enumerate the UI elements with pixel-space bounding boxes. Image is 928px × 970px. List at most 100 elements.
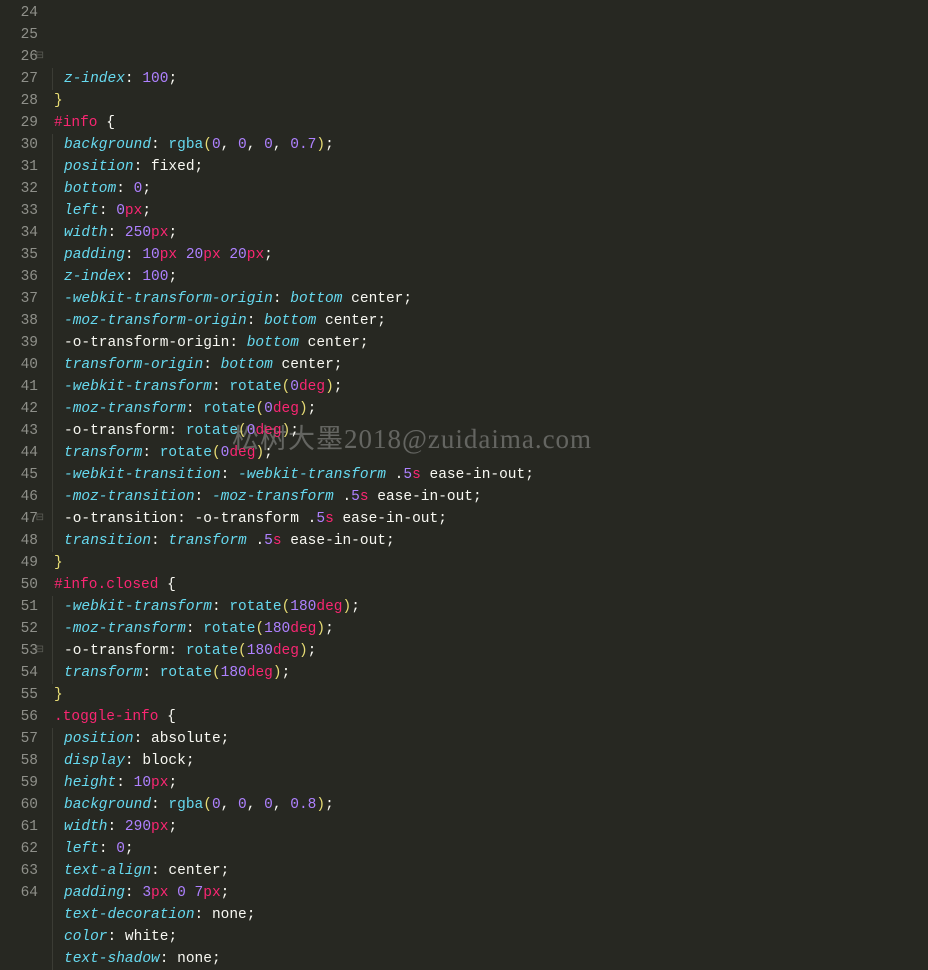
- token-ident: .: [247, 533, 264, 549]
- token-punct: ;: [282, 665, 291, 681]
- code-line[interactable]: width: 250px;: [44, 222, 928, 244]
- code-line[interactable]: text-align: center;: [44, 860, 928, 882]
- token-punct: :: [108, 929, 125, 945]
- code-line[interactable]: -o-transform-origin: bottom center;: [44, 332, 928, 354]
- token-prop-i: background: [64, 797, 151, 813]
- code-line[interactable]: transform-origin: bottom center;: [44, 354, 928, 376]
- line-number: 44: [0, 442, 44, 464]
- code-line[interactable]: }: [44, 684, 928, 706]
- code-line[interactable]: z-index: 100;: [44, 68, 928, 90]
- fold-indicator-icon[interactable]: ⊟: [34, 508, 44, 518]
- code-editor[interactable]: 242526⊟272829303132333435363738394041424…: [0, 0, 928, 899]
- code-line[interactable]: #info {: [44, 112, 928, 134]
- code-line[interactable]: -o-transform: rotate(180deg);: [44, 640, 928, 662]
- indent-guide: [52, 948, 53, 970]
- code-line[interactable]: text-decoration: none;: [44, 904, 928, 926]
- code-line[interactable]: -webkit-transform: rotate(0deg);: [44, 376, 928, 398]
- token-punct: :: [142, 665, 159, 681]
- indent-guide: [52, 772, 53, 794]
- token-punct: ;: [473, 489, 482, 505]
- code-line[interactable]: padding: 10px 20px 20px;: [44, 244, 928, 266]
- code-line[interactable]: padding: 3px 0 7px;: [44, 882, 928, 904]
- code-line[interactable]: background: rgba(0, 0, 0, 0.7);: [44, 134, 928, 156]
- code-line[interactable]: text-shadow: none;: [44, 948, 928, 970]
- line-number: 40: [0, 354, 44, 376]
- code-line[interactable]: display: block;: [44, 750, 928, 772]
- token-curly: {: [106, 115, 115, 131]
- code-line[interactable]: }: [44, 552, 928, 574]
- token-prop-i: transform-origin: [64, 357, 203, 373]
- token-num: 0.7: [290, 137, 316, 153]
- token-punct: :: [168, 423, 185, 439]
- token-punct: :: [247, 313, 264, 329]
- code-line[interactable]: z-index: 100;: [44, 266, 928, 288]
- code-line[interactable]: height: 10px;: [44, 772, 928, 794]
- token-bracket: (: [203, 137, 212, 153]
- token-ident: block: [142, 753, 186, 769]
- code-line[interactable]: bottom: 0;: [44, 178, 928, 200]
- code-line[interactable]: -webkit-transition: -webkit-transform .5…: [44, 464, 928, 486]
- token-punct: :: [160, 951, 177, 967]
- token-unit: deg: [273, 401, 299, 417]
- token-ident: center: [168, 863, 220, 879]
- code-line[interactable]: color: white;: [44, 926, 928, 948]
- token-punct: :: [273, 291, 290, 307]
- token-num: 0.8: [290, 797, 316, 813]
- token-bracket: (: [282, 599, 291, 615]
- code-line[interactable]: position: absolute;: [44, 728, 928, 750]
- token-punct: ,: [273, 137, 290, 153]
- code-line[interactable]: -o-transition: -o-transform .5s ease-in-…: [44, 508, 928, 530]
- indent-guide: [52, 728, 53, 750]
- code-line[interactable]: -moz-transform: rotate(180deg);: [44, 618, 928, 640]
- token-prop-i: left: [64, 203, 99, 219]
- token-prop-i: -moz-transition: [64, 489, 195, 505]
- fold-indicator-icon[interactable]: ⊟: [34, 640, 44, 650]
- token-punct: ;: [525, 467, 534, 483]
- indent-guide: [52, 156, 53, 178]
- line-number: 59: [0, 772, 44, 794]
- indent-guide: [52, 200, 53, 222]
- token-kw: bottom: [247, 335, 299, 351]
- code-line[interactable]: -webkit-transform: rotate(180deg);: [44, 596, 928, 618]
- code-line[interactable]: }: [44, 90, 928, 112]
- fold-indicator-icon[interactable]: ⊟: [34, 46, 44, 56]
- code-line[interactable]: -moz-transform-origin: bottom center;: [44, 310, 928, 332]
- token-bracket: }: [54, 93, 63, 109]
- token-punct: ;: [247, 907, 256, 923]
- code-line[interactable]: background: rgba(0, 0, 0, 0.8);: [44, 794, 928, 816]
- token-punct: ;: [264, 445, 273, 461]
- code-line[interactable]: transition: transform .5s ease-in-out;: [44, 530, 928, 552]
- token-punct: ;: [125, 841, 134, 857]
- code-line[interactable]: transform: rotate(180deg);: [44, 662, 928, 684]
- line-number: 63: [0, 860, 44, 882]
- token-ident: [158, 709, 167, 725]
- code-line[interactable]: -webkit-transform-origin: bottom center;: [44, 288, 928, 310]
- code-line[interactable]: width: 290px;: [44, 816, 928, 838]
- code-line[interactable]: left: 0px;: [44, 200, 928, 222]
- token-bracket: (: [255, 401, 264, 417]
- indent-guide: [52, 640, 53, 662]
- token-bracket: ): [273, 665, 282, 681]
- token-unit: px: [247, 247, 264, 263]
- code-line[interactable]: #info.closed {: [44, 574, 928, 596]
- code-line[interactable]: transform: rotate(0deg);: [44, 442, 928, 464]
- indent-guide: [52, 838, 53, 860]
- token-num: 20: [186, 247, 203, 263]
- token-punct: ;: [168, 819, 177, 835]
- token-bracket: ): [316, 137, 325, 153]
- indent-guide: [52, 288, 53, 310]
- indent-guide: [52, 530, 53, 552]
- code-line[interactable]: .toggle-info {: [44, 706, 928, 728]
- code-line[interactable]: position: fixed;: [44, 156, 928, 178]
- code-line[interactable]: -moz-transform: rotate(0deg);: [44, 398, 928, 420]
- code-line[interactable]: left: 0;: [44, 838, 928, 860]
- token-punct: :: [125, 71, 142, 87]
- code-line[interactable]: -o-transform: rotate(0deg);: [44, 420, 928, 442]
- code-line[interactable]: -moz-transition: -moz-transform .5s ease…: [44, 486, 928, 508]
- line-number: 31: [0, 156, 44, 178]
- code-area[interactable]: 松树大墨2018@zuidaima.com z-index: 100;}#inf…: [44, 0, 928, 899]
- line-number: 60: [0, 794, 44, 816]
- token-ident: -o-transform-origin: [64, 335, 229, 351]
- token-num: 180: [264, 621, 290, 637]
- line-number: 64: [0, 882, 44, 904]
